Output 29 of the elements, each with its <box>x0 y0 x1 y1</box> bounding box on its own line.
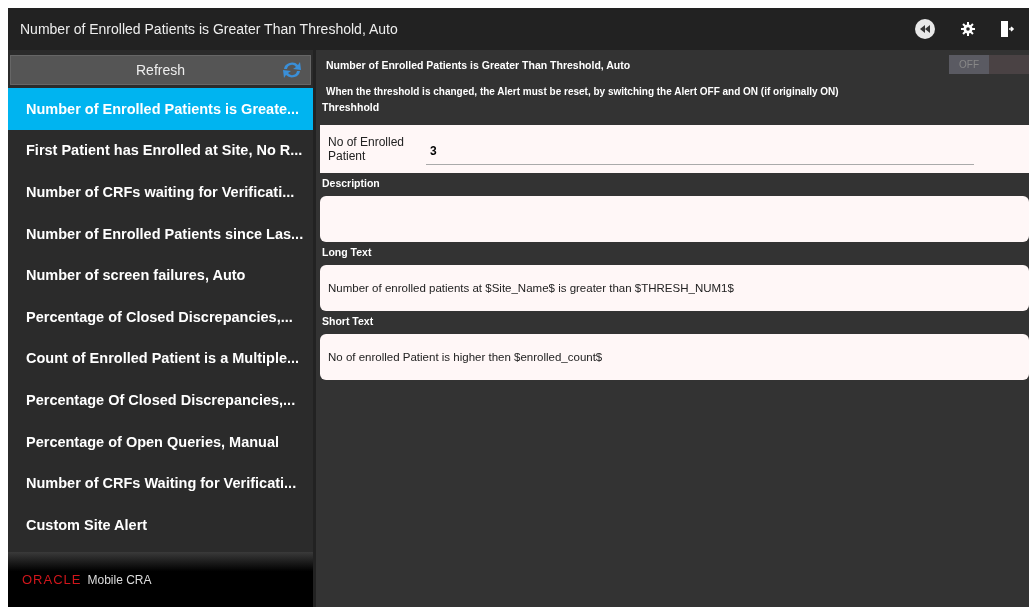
alert-list-item[interactable]: First Patient has Enrolled at Site, No R... <box>8 129 313 172</box>
alert-title: Number of Enrolled Patients is Greater Than Threshold, Auto <box>326 58 631 71</box>
section-heading: Short Text <box>321 314 375 329</box>
rewind-icon[interactable] <box>915 19 935 39</box>
alert-list-item[interactable]: Percentage of Closed Discrepancies,... <box>8 295 313 338</box>
alert-list-item[interactable]: Custom Site Alert <box>8 503 313 546</box>
brand-logo: ORACLE <box>22 572 82 587</box>
text-field[interactable] <box>320 196 1029 242</box>
threshold-input[interactable]: 3 <box>426 137 974 165</box>
alert-list-item[interactable]: Percentage Of Closed Discrepancies,... <box>8 379 313 421</box>
alert-list-item[interactable]: Number of screen failures, Auto <box>8 254 313 296</box>
window-title: Number of Enrolled Patients is Greater Than Threshold, Auto <box>20 21 399 37</box>
reset-note: When the threshold is changed, the Alert must be reset, by switching the Alert OFF and ON (if originally ON) <box>325 85 840 97</box>
section-heading: Long Text <box>321 245 373 260</box>
text-field[interactable]: No of enrolled Patient is higher then $enrolled_count$ <box>320 334 1029 380</box>
product-name: Mobile CRA <box>87 572 152 587</box>
alert-list-item[interactable]: Number of CRFs Waiting for Verificati... <box>8 462 313 504</box>
alert-list-item[interactable]: Count of Enrolled Patient is a Multiple... <box>8 337 313 380</box>
alert-list-item[interactable]: Number of CRFs waiting for Verificati... <box>8 171 313 213</box>
field-label: No of Enrolled Patient <box>328 135 406 163</box>
alert-list-item[interactable]: Percentage of Open Queries, Manual <box>8 420 313 463</box>
refresh-button[interactable]: Refresh <box>10 55 311 85</box>
settings-icon[interactable] <box>961 22 975 36</box>
alert-list-item[interactable]: Number of Enrolled Patients since Las... <box>8 212 313 255</box>
text-field[interactable]: Number of enrolled patients at $Site_Name$ is greater than $THRESH_NUM1$ <box>320 265 1029 311</box>
section-heading: Threshhold <box>321 100 381 115</box>
section-heading: Description <box>321 176 381 191</box>
refresh-icon <box>281 60 303 80</box>
logout-icon[interactable] <box>1001 21 1015 37</box>
